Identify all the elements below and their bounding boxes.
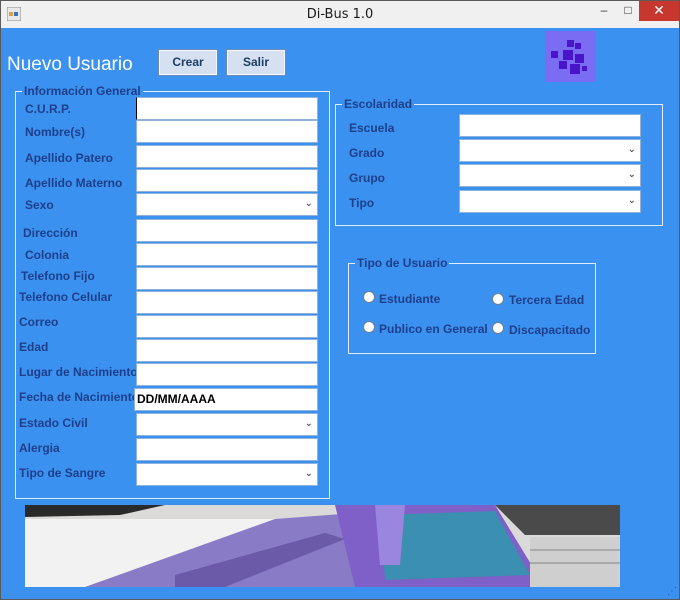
curp-field[interactable]	[136, 97, 318, 120]
resize-grip-icon[interactable]: ⋰	[667, 586, 677, 597]
maximize-button[interactable]: □	[617, 1, 639, 21]
sexo-select[interactable]: ⌄	[136, 193, 318, 216]
estado-civil-label: Estado Civil	[19, 416, 88, 430]
estudiante-radio[interactable]	[363, 291, 375, 303]
apellido-paterno-label: Apellido Patero	[25, 151, 114, 165]
edad-field[interactable]	[136, 339, 318, 362]
fecha-nacimiento-field[interactable]: DD/MM/AAAA	[134, 388, 318, 411]
tipo-sangre-select[interactable]: ⌄	[136, 463, 318, 486]
title-bar: Di-Bus 1.0 – □ ✕	[1, 1, 679, 28]
escuela-field[interactable]	[459, 114, 641, 137]
chevron-down-icon: ⌄	[627, 169, 636, 180]
tercera-edad-label[interactable]: Tercera Edad	[509, 293, 584, 307]
tercera-edad-radio[interactable]	[492, 293, 504, 305]
grado-select[interactable]: ⌄	[459, 139, 641, 162]
sexo-label: Sexo	[25, 198, 54, 212]
minimize-button[interactable]: –	[593, 1, 615, 21]
nombre-field[interactable]	[136, 120, 318, 143]
telefono-celular-label: Telefono Celular	[19, 290, 113, 304]
main-window: Di-Bus 1.0 – □ ✕ Nuevo Usuario Crear Sal…	[0, 0, 680, 600]
edad-label: Edad	[19, 340, 49, 354]
apellido-materno-field[interactable]	[136, 169, 318, 192]
chevron-down-icon: ⌄	[304, 418, 313, 429]
correo-label: Correo	[19, 315, 59, 329]
grado-label: Grado	[349, 146, 385, 160]
nombre-label: Nombre(s)	[25, 125, 86, 139]
group-title: Información General	[22, 84, 143, 98]
publico-general-radio[interactable]	[363, 321, 375, 333]
chevron-down-icon: ⌄	[304, 198, 313, 209]
colonia-field[interactable]	[136, 243, 318, 266]
tipo-label: Tipo	[349, 196, 375, 210]
alergia-field[interactable]	[136, 438, 318, 461]
chevron-down-icon: ⌄	[304, 468, 313, 479]
group-title: Escolaridad	[342, 97, 415, 111]
telefono-celular-field[interactable]	[136, 291, 318, 314]
colonia-label: Colonia	[25, 248, 69, 262]
direccion-field[interactable]	[136, 219, 318, 242]
grupo-label: Grupo	[349, 171, 385, 185]
lugar-nacimiento-field[interactable]	[136, 363, 318, 386]
apellido-paterno-field[interactable]	[136, 145, 318, 168]
chevron-down-icon: ⌄	[627, 195, 636, 206]
telefono-fijo-label: Telefono Fijo	[21, 269, 95, 283]
lugar-nacimiento-label: Lugar de Nacimiento	[19, 365, 138, 379]
group-title: Tipo de Usuario	[355, 256, 450, 270]
logo-squares-icon	[545, 31, 596, 82]
estudiante-label[interactable]: Estudiante	[379, 292, 440, 306]
salir-button[interactable]: Salir	[226, 49, 286, 76]
discapacitado-radio[interactable]	[492, 322, 504, 334]
correo-field[interactable]	[136, 315, 318, 338]
chevron-down-icon: ⌄	[627, 144, 636, 155]
window-title: Di-Bus 1.0	[306, 7, 374, 22]
direccion-label: Dirección	[23, 226, 78, 240]
page-title: Nuevo Usuario	[7, 54, 133, 75]
alergia-label: Alergia	[19, 441, 60, 455]
publico-general-label[interactable]: Publico en General	[379, 322, 488, 336]
tipo-select[interactable]: ⌄	[459, 190, 641, 213]
close-button[interactable]: ✕	[639, 1, 679, 21]
fecha-nacimiento-label: Fecha de Nacimiento	[19, 390, 140, 404]
tipo-usuario-group: Tipo de Usuario	[348, 256, 596, 354]
crear-button[interactable]: Crear	[158, 49, 218, 76]
curp-label: C.U.R.P.	[25, 102, 71, 116]
escuela-label: Escuela	[349, 121, 395, 135]
estado-civil-select[interactable]: ⌄	[136, 413, 318, 436]
tipo-sangre-label: Tipo de Sangre	[19, 466, 106, 480]
telefono-fijo-field[interactable]	[136, 267, 318, 290]
grupo-select[interactable]: ⌄	[459, 164, 641, 187]
bus-image	[25, 505, 620, 587]
discapacitado-label[interactable]: Discapacitado	[509, 323, 590, 337]
apellido-materno-label: Apellido Materno	[25, 176, 123, 190]
